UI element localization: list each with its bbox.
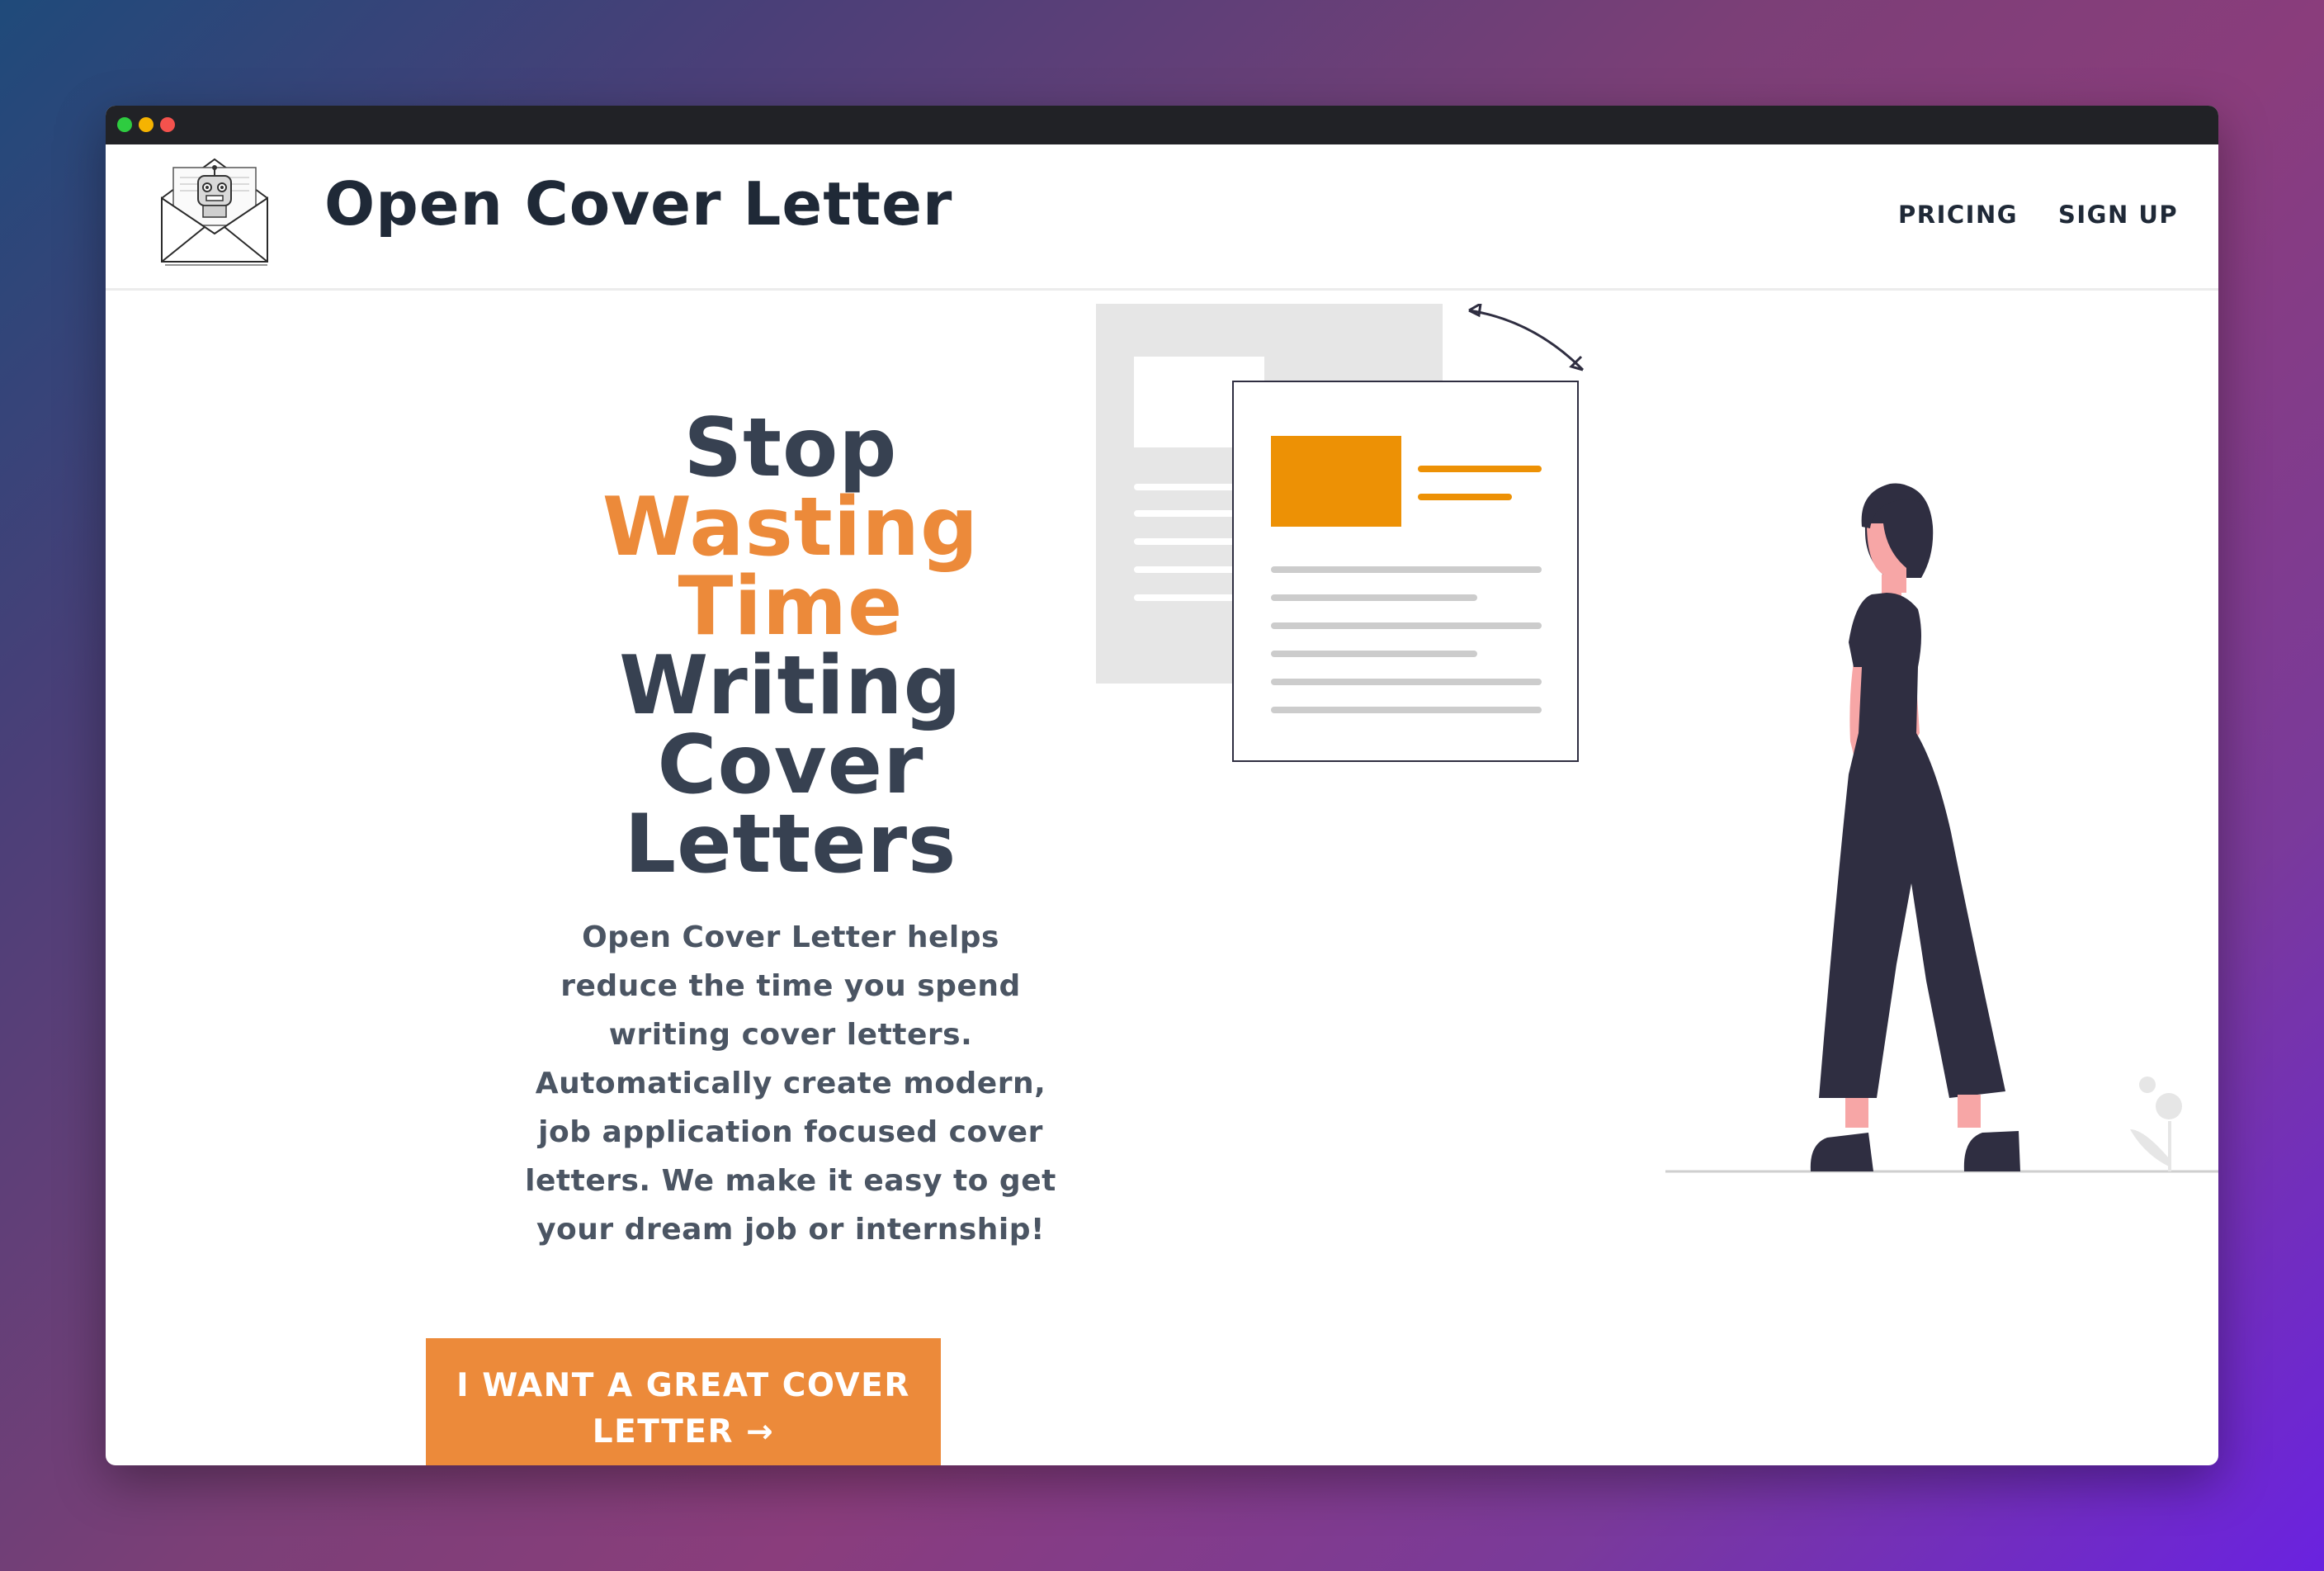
window-control-yellow[interactable] (139, 117, 154, 132)
hero-title-accent-line: Wasting (602, 480, 980, 575)
window-titlebar (106, 106, 2218, 144)
nav-pricing-link[interactable]: PRICING (1898, 201, 2018, 229)
hero-title-accent-line: Time (678, 560, 904, 654)
envelope-robot-logo-icon[interactable] (157, 153, 272, 268)
hero-description-line: letters. We make it easy to get (525, 1164, 1056, 1198)
hero-description-line: Open Cover Letter helps (582, 920, 999, 954)
hero-description: Open Cover Letter helps reduce the time … (419, 913, 1162, 1254)
window-control-green[interactable] (117, 117, 132, 132)
plant-graphic (2130, 1077, 2182, 1171)
hero-title-line: Writing (619, 639, 962, 733)
navbar: Open Cover Letter PRICING SIGN UP (106, 144, 2218, 291)
hero-title: Stop Wasting Time Writing Cover Letters (419, 401, 1162, 892)
hero-illustration (1096, 304, 2218, 1173)
browser-window: Open Cover Letter PRICING SIGN UP Stop W… (106, 106, 2218, 1465)
nav-signup-link[interactable]: SIGN UP (2058, 201, 2178, 229)
swap-arrow-icon (1468, 309, 1585, 371)
front-document-graphic (1232, 381, 1579, 762)
standing-person-graphic (1810, 483, 2020, 1171)
hero-description-line: your dream job or internship! (536, 1213, 1045, 1247)
hero-description-line: reduce the time you spend (560, 969, 1021, 1003)
brand-title[interactable]: Open Cover Letter (324, 169, 952, 239)
cta-button[interactable]: I WANT A GREAT COVER LETTER → (426, 1338, 941, 1465)
hero-title-line: Cover (657, 718, 924, 812)
cta-button-label-line: I WANT A GREAT COVER (456, 1367, 910, 1404)
cta-button-label-line: LETTER → (592, 1413, 775, 1450)
hero-title-line: Stop (683, 401, 898, 495)
hero-description-line: job application focused cover (538, 1115, 1043, 1149)
hero-description-line: writing cover letters. (608, 1018, 973, 1052)
hero-description-line: Automatically create modern, (535, 1067, 1046, 1100)
window-control-red[interactable] (160, 117, 175, 132)
hero-title-line: Letters (624, 797, 957, 892)
